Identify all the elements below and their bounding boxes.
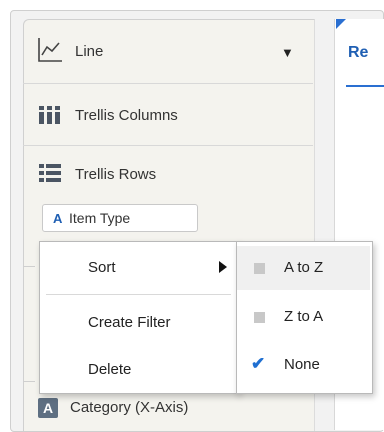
caret-down-icon[interactable]: ▼ bbox=[281, 45, 294, 60]
pill-label: Item Type bbox=[69, 210, 131, 226]
menu-item-label: Delete bbox=[88, 361, 132, 378]
unchecked-square-icon bbox=[254, 312, 265, 323]
context-menu: Sort Create Filter Delete bbox=[39, 241, 239, 394]
menu-item-label: Sort bbox=[88, 259, 116, 276]
trellis-rows-drop-target[interactable]: Trellis Rows bbox=[23, 150, 313, 200]
menu-item-delete[interactable]: Delete bbox=[40, 350, 236, 388]
sort-none[interactable]: ✔ None bbox=[237, 343, 370, 387]
trellis-rows-label: Trellis Rows bbox=[75, 166, 157, 183]
checkmark-icon: ✔ bbox=[251, 354, 266, 373]
line-chart-icon bbox=[38, 38, 62, 62]
canvas-tab-underline bbox=[346, 85, 384, 87]
menu-item-sort[interactable]: Sort bbox=[40, 248, 236, 286]
submenu-item-label: Z to A bbox=[284, 308, 324, 325]
visualization-type-selector[interactable]: Line ▼ bbox=[23, 25, 313, 80]
list-rows-icon bbox=[39, 164, 61, 182]
trellis-columns-drop-target[interactable]: Trellis Columns bbox=[23, 88, 313, 143]
menu-item-create-filter[interactable]: Create Filter bbox=[40, 303, 236, 341]
sort-submenu: A to Z Z to A ✔ None bbox=[236, 241, 373, 394]
divider bbox=[23, 83, 313, 84]
submenu-item-label: None bbox=[284, 356, 320, 373]
menu-item-label: Create Filter bbox=[88, 314, 171, 331]
divider bbox=[23, 381, 35, 382]
divider bbox=[23, 145, 313, 146]
menu-separator bbox=[46, 294, 231, 295]
unchecked-square-icon bbox=[254, 263, 265, 274]
divider bbox=[23, 266, 35, 267]
item-type-pill[interactable]: A Item Type bbox=[42, 204, 198, 232]
visualization-type-label: Line bbox=[75, 43, 104, 60]
grid-columns-icon bbox=[39, 106, 60, 124]
category-label: Category (X-Axis) bbox=[70, 399, 189, 416]
attribute-icon: A bbox=[38, 398, 58, 418]
sort-z-to-a[interactable]: Z to A bbox=[237, 295, 370, 339]
submenu-arrow-icon bbox=[219, 261, 227, 273]
trellis-columns-label: Trellis Columns bbox=[75, 107, 178, 124]
attribute-icon: A bbox=[53, 211, 63, 226]
submenu-item-label: A to Z bbox=[284, 259, 324, 276]
corner-indicator bbox=[336, 19, 346, 29]
canvas-tab-title[interactable]: Re bbox=[348, 44, 368, 62]
sort-a-to-z[interactable]: A to Z bbox=[237, 246, 370, 290]
